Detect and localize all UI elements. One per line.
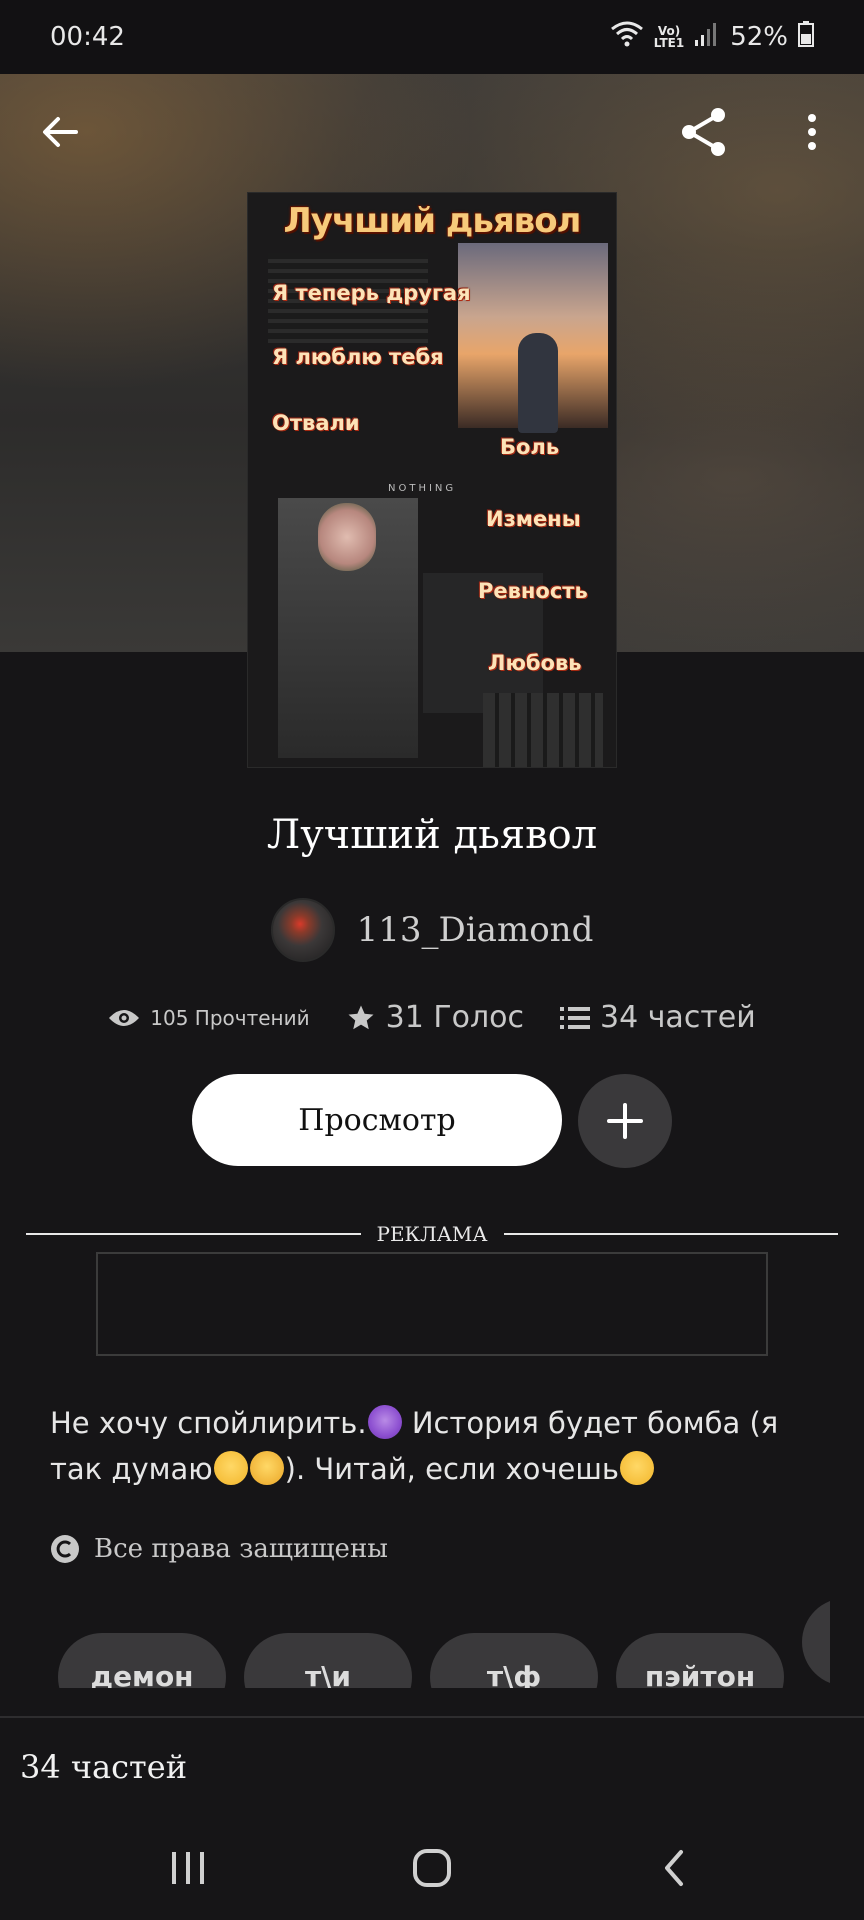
list-icon [560, 1006, 590, 1029]
cover-title: Лучший дьявол [283, 201, 582, 241]
votes-count: 31 Голос [385, 1000, 524, 1035]
reads-count: 105 Прочтений [150, 1005, 310, 1030]
parts-header[interactable]: 34 частей [0, 1716, 864, 1816]
votes-stat: 31 Голос [346, 1000, 524, 1035]
cover-keyboard [483, 693, 603, 767]
cover-label: Я люблю тебя [272, 345, 444, 369]
cover-label: Боль [500, 435, 560, 459]
story-stats: 105 Прочтений 31 Голос 34 частей [0, 1000, 864, 1035]
tags-row[interactable]: демон т\и т\ф пэйтон [58, 1598, 830, 1688]
recent-apps-icon [172, 1852, 204, 1884]
view-button[interactable]: Просмотр [192, 1074, 562, 1166]
cover-label: Измены [486, 507, 581, 531]
eye-icon [109, 1009, 140, 1026]
cover-face [318, 503, 376, 571]
thinking-emoji-icon [249, 1451, 284, 1485]
tag-chip-partial[interactable] [802, 1598, 830, 1686]
cover-label: Ревность [478, 579, 588, 603]
author-name[interactable]: 113_Diamond [357, 910, 594, 950]
star-icon [348, 1005, 374, 1029]
chevron-left-icon [665, 1850, 683, 1886]
tag-chip[interactable]: т\и [244, 1632, 412, 1688]
lte-label: LTE1 [653, 36, 685, 50]
tag-chip[interactable]: т\ф [430, 1632, 598, 1688]
parts-count: 34 частей [600, 1000, 756, 1035]
divider-line [503, 1233, 838, 1235]
add-to-library-button[interactable] [578, 1074, 672, 1168]
system-back-button[interactable] [644, 1838, 704, 1898]
status-bar: 00:42 Vo) LTE1 52% [0, 0, 864, 74]
copyright-row: Все права защищены [50, 1534, 388, 1564]
reads-stat: 105 Прочтений [108, 1005, 310, 1030]
home-button[interactable] [402, 1838, 462, 1898]
tag-chip[interactable]: демон [58, 1632, 226, 1688]
ad-banner[interactable] [96, 1252, 768, 1356]
story-description: Не хочу спойлирить. История будет бомба … [50, 1400, 830, 1492]
home-icon [413, 1849, 451, 1887]
story-title: Лучший дьявол [266, 812, 598, 858]
parts-stat: 34 частей [560, 1000, 756, 1035]
divider-line [26, 1233, 361, 1235]
recent-apps-button[interactable] [158, 1838, 218, 1898]
cover-small-text: NOTHING [388, 483, 457, 494]
description-text: Не хочу спойлирить. [50, 1406, 367, 1440]
copyright-text: Все права защищены [94, 1534, 388, 1564]
wink-emoji-icon [620, 1451, 654, 1485]
more-options-button[interactable] [780, 100, 844, 164]
share-icon [682, 108, 725, 156]
plus-icon [607, 1103, 643, 1139]
more-vertical-icon [808, 114, 816, 150]
system-nav-bar [0, 1816, 864, 1920]
battery-percent: 52% [730, 22, 788, 52]
share-button[interactable] [672, 100, 736, 164]
back-arrow-icon [43, 117, 78, 147]
back-button[interactable] [28, 100, 92, 164]
ad-divider: РЕКЛАМА [26, 1218, 838, 1250]
cover-label: Отвали [272, 411, 360, 435]
devil-emoji-icon [367, 1405, 402, 1439]
cover-label: Я теперь другая [272, 281, 471, 305]
signal-icon [694, 22, 720, 53]
cover-figure-girl [518, 333, 558, 433]
copyright-icon [51, 1535, 79, 1563]
clock: 00:42 [50, 22, 125, 52]
author-row[interactable]: 113_Diamond [0, 898, 864, 962]
cover-label: Любовь [488, 651, 582, 675]
wifi-icon [610, 21, 644, 54]
description-text: ). Читай, если хочешь [284, 1452, 619, 1486]
status-icons: Vo) LTE1 52% [610, 20, 814, 54]
ad-label: РЕКЛАМА [376, 1222, 488, 1246]
tag-chip[interactable]: пэйтон [616, 1632, 784, 1688]
nerd-emoji-icon [213, 1451, 248, 1485]
story-cover[interactable]: NOTHING Лучший дьявол Я теперь другая Я … [247, 192, 617, 768]
volte-icon: Vo) LTE1 [654, 25, 684, 49]
battery-icon [798, 20, 814, 54]
author-avatar[interactable] [270, 898, 335, 962]
